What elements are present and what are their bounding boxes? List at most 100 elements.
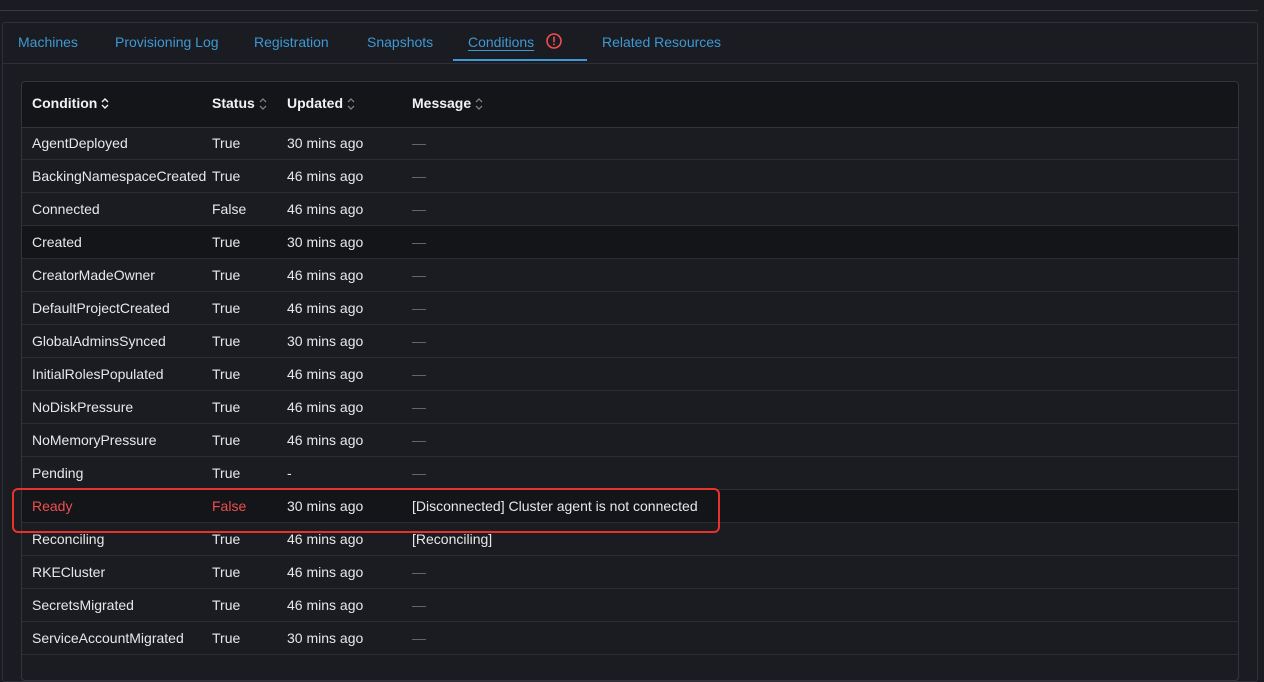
status-cell: True — [212, 564, 241, 580]
message-cell: [Reconciling] — [412, 531, 493, 547]
condition-cell: Ready — [32, 498, 73, 514]
status-cell: True — [212, 597, 241, 613]
message-cell: — — [412, 267, 426, 283]
status-cell: False — [212, 201, 247, 217]
sort-icon — [259, 98, 267, 111]
updated-cell: 46 mins ago — [287, 597, 364, 613]
status-cell: True — [212, 432, 241, 448]
message-cell: — — [412, 300, 426, 316]
condition-cell: Created — [32, 234, 82, 250]
status-cell: True — [212, 465, 241, 481]
updated-cell: 46 mins ago — [287, 399, 364, 415]
top-divider — [0, 10, 1258, 11]
table-row: Connected False 46 mins ago — — [22, 193, 1238, 226]
condition-cell: AgentDeployed — [32, 135, 128, 151]
tab-provisioning-log[interactable]: Provisioning Log — [115, 23, 219, 61]
message-cell: — — [412, 201, 426, 217]
condition-cell: NoDiskPressure — [32, 399, 134, 415]
table-row: BackingNamespaceCreated True 46 mins ago — — [22, 160, 1238, 193]
condition-cell: InitialRolesPopulated — [32, 366, 164, 382]
updated-cell: 30 mins ago — [287, 498, 364, 514]
updated-cell: 46 mins ago — [287, 432, 364, 448]
updated-cell: 46 mins ago — [287, 168, 364, 184]
updated-cell: 46 mins ago — [287, 564, 364, 580]
message-cell: — — [412, 564, 426, 580]
tab-registration[interactable]: Registration — [254, 23, 329, 61]
updated-cell: 46 mins ago — [287, 531, 364, 547]
condition-cell: RKECluster — [32, 564, 106, 580]
condition-cell: CreatorMadeOwner — [32, 267, 155, 283]
column-header-updated[interactable]: Updated — [287, 82, 355, 127]
updated-cell: 30 mins ago — [287, 630, 364, 646]
condition-cell: Pending — [32, 465, 84, 481]
table-row: CreatorMadeOwner True 46 mins ago — — [22, 259, 1238, 292]
message-cell: — — [412, 234, 426, 250]
status-cell: False — [212, 498, 247, 514]
status-cell: True — [212, 366, 241, 382]
table-row: Pending True - — — [22, 457, 1238, 490]
status-cell: True — [212, 267, 241, 283]
tab-related-resources[interactable]: Related Resources — [602, 23, 721, 61]
condition-cell: ServiceAccountMigrated — [32, 630, 184, 646]
status-cell: True — [212, 399, 241, 415]
status-cell: True — [212, 531, 241, 547]
message-cell: — — [412, 135, 426, 151]
column-header-status[interactable]: Status — [212, 82, 267, 127]
table-row: ServiceAccountMigrated True 30 mins ago — — [22, 622, 1238, 655]
status-cell: True — [212, 333, 241, 349]
table-row: Reconciling True 46 mins ago [Reconciling] — [22, 523, 1238, 556]
status-cell: True — [212, 135, 241, 151]
condition-cell: Connected — [32, 201, 100, 217]
table-row: SecretsMigrated True 46 mins ago — — [22, 589, 1238, 622]
sort-icon — [347, 98, 355, 111]
message-cell: — — [412, 432, 426, 448]
message-cell: — — [412, 168, 426, 184]
table-header: Condition Status Updated Message — [22, 82, 1238, 128]
table-row: Ready False 30 mins ago [Disconnected] Clus… — [22, 490, 1238, 523]
message-cell: — — [412, 465, 426, 481]
status-cell: True — [212, 630, 241, 646]
sort-icon — [475, 98, 483, 111]
message-cell: — — [412, 399, 426, 415]
table-row: InitialRolesPopulated True 46 mins ago — — [22, 358, 1238, 391]
tab-conditions[interactable]: Conditions — [468, 23, 534, 61]
table-row: RKECluster True 46 mins ago — — [22, 556, 1238, 589]
condition-cell: BackingNamespaceCreated — [32, 168, 207, 184]
condition-cell: NoMemoryPressure — [32, 432, 157, 448]
status-cell: True — [212, 234, 241, 250]
column-header-condition[interactable]: Condition — [32, 82, 109, 127]
table-row: Created True 30 mins ago — — [22, 226, 1238, 259]
sort-descending-icon — [101, 98, 109, 110]
message-cell: [Disconnected] Cluster agent is not conn… — [412, 498, 698, 514]
table-row: GlobalAdminsSynced True 30 mins ago — — [22, 325, 1238, 358]
updated-cell: 30 mins ago — [287, 234, 364, 250]
updated-cell: 46 mins ago — [287, 366, 364, 382]
column-header-message[interactable]: Message — [412, 82, 483, 127]
tab-snapshots[interactable]: Snapshots — [367, 23, 433, 61]
error-alert-icon — [546, 33, 562, 49]
condition-cell: DefaultProjectCreated — [32, 300, 170, 316]
table-row: DefaultProjectCreated True 46 mins ago — — [22, 292, 1238, 325]
active-tab-indicator — [453, 59, 587, 61]
tab-bar: Machines Provisioning Log Registration S… — [3, 23, 1257, 64]
tab-machines[interactable]: Machines — [18, 23, 78, 61]
updated-cell: 46 mins ago — [287, 201, 364, 217]
updated-cell: 30 mins ago — [287, 333, 364, 349]
message-cell: — — [412, 366, 426, 382]
status-cell: True — [212, 168, 241, 184]
table-row: NoDiskPressure True 46 mins ago — — [22, 391, 1238, 424]
updated-cell: 30 mins ago — [287, 135, 364, 151]
updated-cell: - — [287, 465, 292, 481]
updated-cell: 46 mins ago — [287, 267, 364, 283]
message-cell: — — [412, 333, 426, 349]
conditions-table: Condition Status Updated Message AgentDe… — [21, 81, 1239, 681]
status-cell: True — [212, 300, 241, 316]
updated-cell: 46 mins ago — [287, 300, 364, 316]
condition-cell: GlobalAdminsSynced — [32, 333, 166, 349]
message-cell: — — [412, 630, 426, 646]
condition-cell: Reconciling — [32, 531, 105, 547]
condition-cell: SecretsMigrated — [32, 597, 134, 613]
message-cell: — — [412, 597, 426, 613]
table-row: AgentDeployed True 30 mins ago — — [22, 127, 1238, 160]
table-row: NoMemoryPressure True 46 mins ago — — [22, 424, 1238, 457]
